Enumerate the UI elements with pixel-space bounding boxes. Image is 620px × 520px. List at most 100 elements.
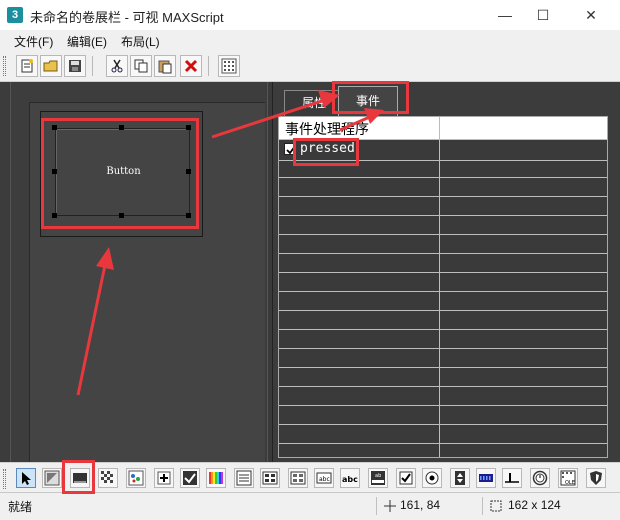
- grid-line: [279, 215, 607, 216]
- slider-icon: [505, 473, 519, 483]
- subrollout-tool-button[interactable]: [586, 468, 606, 488]
- dropdown-list-icon: [262, 471, 278, 485]
- copy-button[interactable]: [130, 55, 152, 77]
- pickbutton-tool-button[interactable]: [154, 468, 174, 488]
- grid-line: [279, 367, 607, 368]
- combobox-tool-button[interactable]: [234, 468, 254, 488]
- menu-file[interactable]: 文件(F): [14, 33, 53, 50]
- color-palette-icon: [209, 472, 223, 484]
- title-bar: 3 未命名的卷展栏 - 可视 MAXScript — ☐ ✕: [0, 0, 620, 30]
- grid-line: [279, 310, 607, 311]
- status-separator: [482, 497, 483, 515]
- grid-line: [279, 405, 607, 406]
- plus-pick-icon: [157, 471, 171, 485]
- cursor-position: 161, 84: [400, 498, 441, 512]
- combo-box-icon: [236, 470, 252, 486]
- checkbox-tool-button[interactable]: [396, 468, 416, 488]
- toolbar-grip-icon[interactable]: [3, 56, 6, 76]
- edittext-tool-button[interactable]: abc: [314, 468, 334, 488]
- material-button-tool-button[interactable]: [126, 468, 146, 488]
- selection-size: 162 x 124: [508, 498, 561, 512]
- panel-splitter[interactable]: [267, 82, 273, 462]
- annotation-box-button-tool: [62, 460, 95, 494]
- window-title: 未命名的卷展栏 - 可视 MAXScript: [30, 10, 224, 25]
- grid-line: [279, 291, 607, 292]
- open-button[interactable]: [40, 55, 62, 77]
- radio-button-icon: [425, 471, 439, 485]
- map-button-tool-button[interactable]: [98, 468, 118, 488]
- progress-bar-icon: [479, 474, 493, 482]
- save-button[interactable]: [64, 55, 86, 77]
- status-bar: 就绪 161, 84 162 x 124: [0, 492, 620, 520]
- ole-control-icon: OLE: [560, 470, 576, 486]
- paste-button[interactable]: [154, 55, 176, 77]
- grid-line: [279, 272, 607, 273]
- menu-layout[interactable]: 布局(L): [121, 33, 160, 50]
- grid-line: [279, 177, 607, 178]
- label-text-icon: abc: [342, 475, 358, 484]
- copy-icon: [134, 59, 148, 73]
- svg-text:abc: abc: [342, 475, 358, 484]
- radiobutton-tool-button[interactable]: [422, 468, 442, 488]
- new-button[interactable]: [16, 55, 38, 77]
- colorpicker-tool-button[interactable]: [206, 468, 226, 488]
- grid-header-label: 事件处理程序: [285, 121, 369, 137]
- grid-line: [279, 443, 607, 444]
- svg-text:OLE: OLE: [565, 480, 575, 486]
- edit-text-icon: abc: [316, 472, 332, 484]
- spinner-tool-button[interactable]: [450, 468, 470, 488]
- delete-x-icon: [184, 59, 198, 73]
- checkbutton-tool-button[interactable]: [180, 468, 200, 488]
- scissors-icon: [111, 59, 123, 73]
- grid-header-divider: [439, 117, 440, 139]
- grid-line: [279, 196, 607, 197]
- grid-line: [279, 234, 607, 235]
- slider-tool-button[interactable]: [502, 468, 522, 488]
- menu-bar: 文件(F) 编辑(E) 布局(L): [0, 30, 620, 52]
- delete-button[interactable]: [180, 55, 202, 77]
- checkbox-icon: [399, 471, 413, 485]
- groupbox-tool-button[interactable]: ab: [368, 468, 388, 488]
- grid-button[interactable]: [218, 55, 240, 77]
- checker-map-icon: [101, 471, 113, 483]
- main-toolbar: [0, 52, 620, 82]
- menu-edit[interactable]: 编辑(E): [67, 33, 107, 50]
- bitmap-tool-button[interactable]: [42, 468, 62, 488]
- material-dots-icon: [128, 470, 144, 486]
- close-button[interactable]: ✕: [568, 0, 614, 30]
- grid-line: [279, 329, 607, 330]
- grid-column-divider: [439, 139, 440, 457]
- grid-dots-icon: [221, 58, 237, 74]
- crosshair-icon: [384, 500, 396, 512]
- cut-button[interactable]: [106, 55, 128, 77]
- timer-tool-button[interactable]: [530, 468, 550, 488]
- maximize-button[interactable]: ☐: [520, 0, 566, 30]
- event-handler-grid[interactable]: 事件处理程序 pressed: [278, 116, 608, 458]
- toolbar-separator: [208, 56, 209, 76]
- check-button-icon: [183, 471, 197, 485]
- size-box-icon: [490, 500, 502, 512]
- label-tool-button[interactable]: abc: [340, 468, 360, 488]
- spinner-arrows-icon: [455, 471, 465, 485]
- arrow-pointer-icon: [22, 472, 31, 485]
- progressbar-tool-button[interactable]: [476, 468, 496, 488]
- status-text: 就绪: [8, 500, 33, 514]
- pointer-tool-button[interactable]: [16, 468, 36, 488]
- toolbar-separator: [92, 56, 93, 76]
- activex-tool-button[interactable]: OLE: [558, 468, 578, 488]
- dropdownlist-tool-button[interactable]: [260, 468, 280, 488]
- timer-clock-icon: [532, 470, 548, 486]
- annotation-box-button: [41, 118, 199, 229]
- app-icon: 3: [7, 7, 23, 23]
- grid-line: [279, 424, 607, 425]
- list-box-icon: [290, 471, 306, 485]
- status-separator: [376, 497, 377, 515]
- svg-text:abc: abc: [319, 476, 330, 483]
- grid-line: [279, 386, 607, 387]
- save-disk-icon: [69, 60, 81, 72]
- listbox-tool-button[interactable]: [288, 468, 308, 488]
- palette-grip-icon[interactable]: [3, 469, 6, 489]
- grid-line: [279, 348, 607, 349]
- bitmap-icon: [44, 470, 60, 486]
- paste-clipboard-icon: [158, 60, 172, 74]
